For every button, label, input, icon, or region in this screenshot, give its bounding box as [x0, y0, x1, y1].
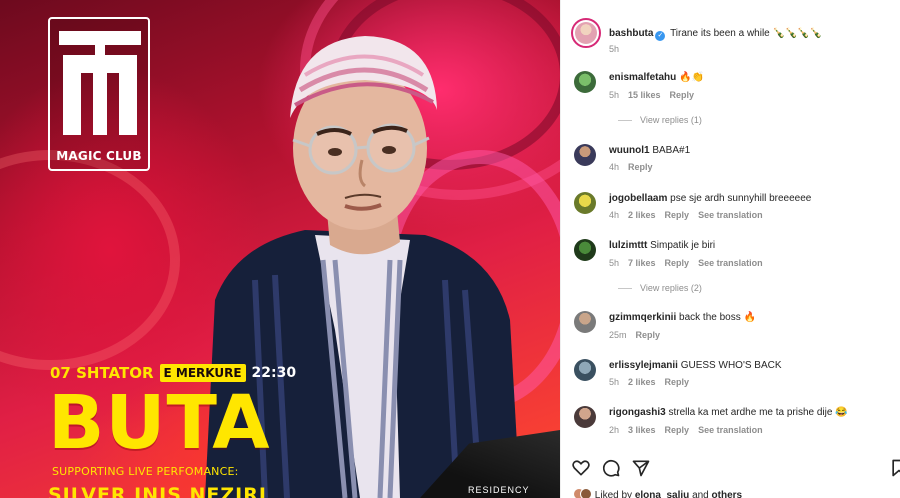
comment-text: back the boss 🔥 [679, 312, 756, 323]
comment-username[interactable]: wuunol1 [609, 145, 650, 156]
comment-meta: 2h 3 likes Reply See translation [609, 425, 772, 435]
view-replies-label: View replies (1) [640, 115, 702, 125]
reply-button[interactable]: Reply [636, 330, 661, 340]
reply-button[interactable]: Reply [665, 258, 690, 268]
view-replies-button[interactable]: View replies (1) [618, 115, 702, 125]
comment-username[interactable]: rigongashi3 [609, 407, 666, 418]
see-translation-button[interactable]: See translation [698, 425, 763, 435]
logo-mark-icon [59, 31, 141, 135]
comment-time[interactable]: 5h [609, 377, 619, 387]
comment-text: strella ka met ardhe me ta prishe dije 😂 [668, 407, 848, 418]
liked-by-user[interactable]: elona_saliu [635, 490, 689, 498]
comment-icon[interactable] [601, 458, 621, 478]
comment-meta: 4h Reply [609, 162, 662, 172]
comment: enismalfetahu 🔥👏 [609, 71, 892, 84]
view-replies-line [618, 119, 632, 121]
view-replies-line [618, 287, 632, 289]
comment-likes[interactable]: 2 likes [628, 210, 656, 220]
comment-avatar[interactable] [574, 71, 596, 93]
comment-time[interactable]: 4h [609, 162, 619, 172]
reply-button[interactable]: Reply [665, 377, 690, 387]
logo-text: MAGIC CLUB [56, 149, 142, 163]
heart-icon[interactable] [571, 458, 591, 478]
background-swirl [0, 150, 180, 370]
comment-likes[interactable]: 2 likes [628, 377, 656, 387]
comment-avatar[interactable] [574, 311, 596, 333]
comment-text: pse sje ardh sunnyhill breeeeee [670, 193, 812, 204]
liked-by-others[interactable]: others [712, 490, 743, 498]
comment-avatar[interactable] [574, 144, 596, 166]
comment-text: BABA#1 [652, 145, 691, 156]
comment-meta: 5h 7 likes Reply See translation [609, 258, 772, 268]
caption-text: Tirane its been a while 🍾🍾🍾🍾 [670, 28, 823, 39]
headline-title: BUTA [48, 380, 271, 466]
comment: gzimmqerkinii back the boss 🔥 [609, 311, 892, 324]
comment-text: GUESS WHO'S BACK [680, 360, 782, 371]
post-actions [571, 458, 900, 478]
comment: rigongashi3 strella ka met ardhe me ta p… [609, 406, 892, 419]
residency-label: RESIDENCY [468, 485, 530, 495]
verified-badge-icon: ✓ [655, 31, 666, 41]
reply-button[interactable]: Reply [670, 90, 695, 100]
comment-username[interactable]: erlissylejmanii [609, 360, 678, 371]
comment-username[interactable]: jogobellaam [609, 193, 667, 204]
comment: lulzimttt Simpatik je biri [609, 239, 892, 252]
caption-time[interactable]: 5h [609, 44, 619, 54]
see-translation-button[interactable]: See translation [698, 258, 763, 268]
comment-username[interactable]: lulzimttt [609, 240, 647, 251]
liked-by-line: Liked by elona_saliu and others [573, 488, 742, 498]
see-translation-button[interactable]: See translation [698, 210, 763, 220]
supporting-label: SUPPORTING LIVE PERFOMANCE: [52, 465, 239, 478]
liked-by-prefix: Liked by [594, 490, 633, 498]
liker-avatar [580, 488, 592, 498]
caption: bashbuta ✓ Tirane its been a while 🍾🍾🍾🍾 [609, 27, 892, 41]
magic-club-logo: MAGIC CLUB [48, 17, 150, 171]
comment: erlissylejmanii GUESS WHO'S BACK [609, 359, 892, 372]
comment-likes[interactable]: 7 likes [628, 258, 656, 268]
comment-username[interactable]: enismalfetahu [609, 72, 676, 83]
comment-meta: 5h 2 likes Reply [609, 377, 698, 387]
share-icon[interactable] [631, 458, 651, 478]
comment-likes[interactable]: 15 likes [628, 90, 661, 100]
caption-meta: 5h [609, 44, 628, 54]
comment-text: 🔥👏 [679, 72, 704, 83]
event-time: 22:30 [251, 365, 297, 381]
comment: wuunol1 BABA#1 [609, 144, 892, 157]
comment-meta: 5h 15 likes Reply [609, 90, 703, 100]
comment-meta: 4h 2 likes Reply See translation [609, 210, 772, 220]
comment-time[interactable]: 25m [609, 330, 627, 340]
author-avatar[interactable] [571, 18, 601, 48]
post-image[interactable]: MAGIC CLUB 07 SHTATOR E MERKURE 22:30 BU… [0, 0, 560, 498]
comment-time[interactable]: 2h [609, 425, 619, 435]
bookmark-icon[interactable] [889, 458, 900, 478]
liked-by-and: and [692, 490, 709, 498]
comment-avatar[interactable] [574, 359, 596, 381]
reply-button[interactable]: Reply [665, 425, 690, 435]
supporting-artist: SILVER INIS NEZIRI [48, 484, 267, 498]
comment-time[interactable]: 4h [609, 210, 619, 220]
comment-avatar[interactable] [574, 406, 596, 428]
caption-username[interactable]: bashbuta [609, 28, 653, 39]
view-replies-label: View replies (2) [640, 283, 702, 293]
comment-avatar[interactable] [574, 192, 596, 214]
comment: jogobellaam pse sje ardh sunnyhill breee… [609, 192, 892, 205]
comment-time[interactable]: 5h [609, 90, 619, 100]
comment-username[interactable]: gzimmqerkinii [609, 312, 676, 323]
comment-meta: 25m Reply [609, 330, 669, 340]
comment-text: Simpatik je biri [650, 240, 716, 251]
comment-avatar[interactable] [574, 239, 596, 261]
reply-button[interactable]: Reply [628, 162, 653, 172]
view-replies-button[interactable]: View replies (2) [618, 283, 702, 293]
reply-button[interactable]: Reply [665, 210, 690, 220]
comment-likes[interactable]: 3 likes [628, 425, 656, 435]
comments-panel: bashbuta ✓ Tirane its been a while 🍾🍾🍾🍾 5… [560, 0, 900, 498]
comment-time[interactable]: 5h [609, 258, 619, 268]
